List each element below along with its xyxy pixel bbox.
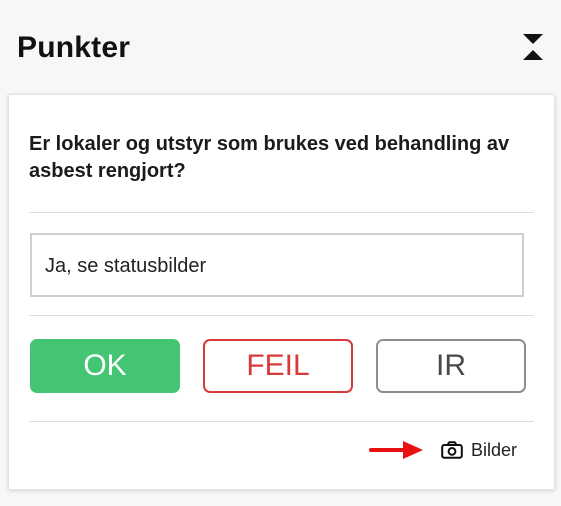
divider xyxy=(29,315,534,316)
ir-button[interactable]: IR xyxy=(376,339,526,393)
arrow-right-icon xyxy=(369,441,423,459)
answer-field[interactable]: Ja, se statusbilder xyxy=(30,233,524,297)
page-title: Punkter xyxy=(17,31,131,64)
collapse-toggle-button[interactable] xyxy=(520,33,546,63)
feil-button[interactable]: FEIL xyxy=(203,339,353,393)
images-link-label: Bilder xyxy=(471,440,518,460)
divider xyxy=(29,212,534,213)
question-text: Er lokaler og utstyr som brukes ved beha… xyxy=(29,133,510,182)
checklist-item-card: Er lokaler og utstyr som brukes ved beha… xyxy=(8,94,555,490)
camera-icon xyxy=(441,441,463,459)
panel-header: Punkter xyxy=(0,0,561,92)
divider xyxy=(29,421,534,422)
answer-text: Ja, se statusbilder xyxy=(45,255,207,277)
ok-button[interactable]: OK xyxy=(30,339,180,393)
collapse-expand-icon xyxy=(523,34,543,60)
